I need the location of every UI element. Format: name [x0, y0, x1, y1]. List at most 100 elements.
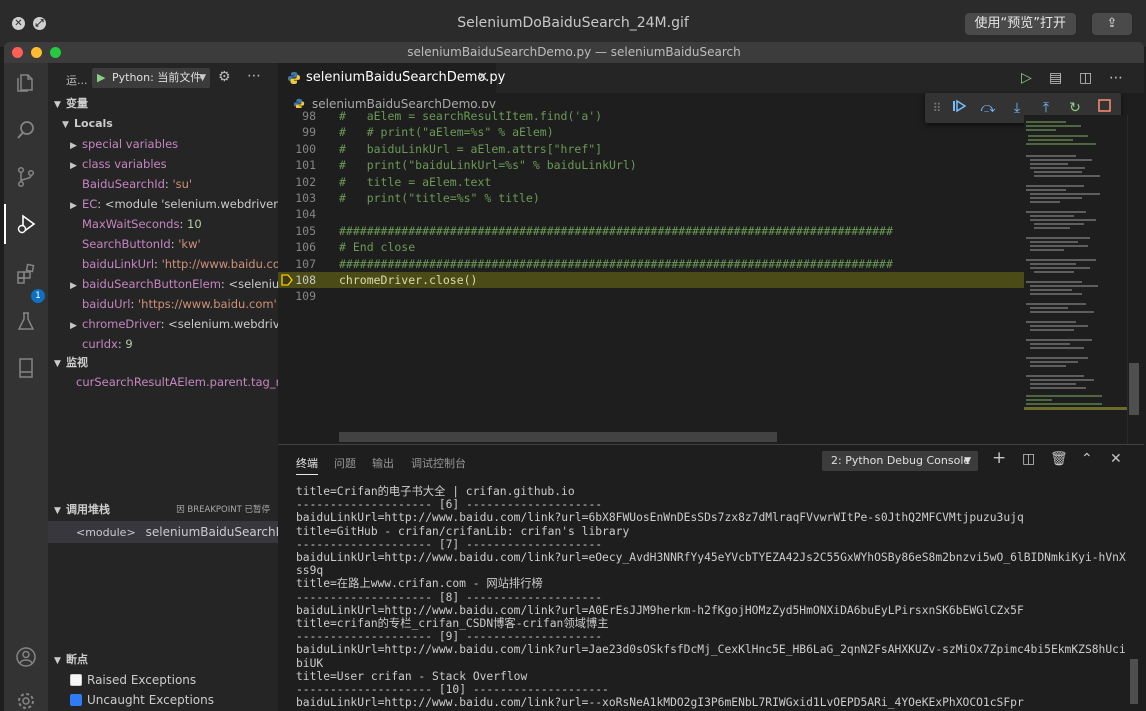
line-number[interactable]: 100: [278, 141, 316, 157]
terminal-select[interactable]: 2: Python Debug Console ▼: [822, 451, 978, 471]
tab-debug-console[interactable]: 调试控制台: [411, 455, 466, 471]
code-line[interactable]: 107 #####################################…: [278, 256, 1024, 272]
accounts-icon[interactable]: [4, 637, 48, 677]
activity-bar: 1: [4, 63, 48, 711]
continue-icon[interactable]: [949, 99, 969, 117]
paused-breakpoint-arrow-icon[interactable]: [281, 274, 293, 286]
line-number[interactable]: 103: [278, 190, 316, 206]
window-title: seleniumBaiduSearchDemo.py — seleniumBai…: [407, 45, 741, 59]
preview-window-titlebar: ✕ ⤢ SeleniumDoBaiduSearch_24M.gif 使用“预览”…: [0, 0, 1146, 48]
scrollbar-thumb[interactable]: [1129, 363, 1139, 415]
breakpoints-section-header[interactable]: ▼ 断点: [48, 650, 278, 670]
share-button[interactable]: ⇪: [1092, 13, 1132, 35]
run-file-icon[interactable]: ▷: [1021, 70, 1032, 86]
close-panel-icon[interactable]: ✕: [1110, 451, 1122, 467]
call-stack-section-header[interactable]: ▼ 调用堆栈 因 BREAKPOINT 已暂停: [48, 500, 278, 520]
minimap[interactable]: [1024, 115, 1127, 435]
chevron-right-icon: ▶: [70, 161, 77, 171]
search-icon[interactable]: [4, 110, 48, 150]
variables-section-header[interactable]: ▼ 变量: [48, 94, 278, 114]
drag-handle-icon[interactable]: ⠿: [927, 99, 947, 117]
checkbox-checked[interactable]: [70, 694, 82, 706]
code-line[interactable]: 102 # title = aElem.text: [278, 174, 1024, 190]
variable-row[interactable]: ▶ chromeDriver: <selenium.webdriver.chrom…: [48, 314, 278, 334]
terminal-line: baiduLinkUrl=http://www.baidu.com/link?u…: [296, 696, 1024, 710]
code-line[interactable]: 109: [278, 288, 1024, 304]
tab-terminal[interactable]: 终端: [296, 455, 318, 475]
code-line[interactable]: 103 # print("title=%s" % title): [278, 190, 1024, 206]
source-control-icon[interactable]: [4, 157, 48, 197]
variables-header-label: 变量: [66, 97, 88, 110]
variable-row[interactable]: ▶ class variables: [48, 154, 278, 174]
variable-row[interactable]: baiduUrl: 'https://www.baidu.com': [48, 294, 278, 314]
code-line[interactable]: 105 #####################################…: [278, 223, 1024, 239]
terminal-output[interactable]: title=Crifan的电子书大全 | crifan.github.io ---…: [296, 485, 1126, 711]
watch-section-header[interactable]: ▼ 监视: [48, 353, 278, 373]
code-editor[interactable]: 98 # aElem = searchResultItem.find('a') 99…: [278, 108, 1024, 444]
code-line[interactable]: 104: [278, 206, 1024, 222]
line-number[interactable]: 104: [278, 206, 316, 222]
variable-row[interactable]: curIdx: 9: [48, 334, 278, 354]
chevron-down-icon: ▼: [54, 359, 61, 369]
code-line[interactable]: 100 # baiduLinkUrl = aElem.attrs["href"]: [278, 141, 1024, 157]
launch-config-select[interactable]: ▶ Python: 当前文件 ▼: [92, 68, 210, 88]
variable-row[interactable]: baiduLinkUrl: 'http://www.baidu.com/link…: [48, 254, 278, 274]
call-stack-frame[interactable]: <module> seleniumBaiduSearchDemo.py: [48, 521, 278, 543]
step-over-icon[interactable]: ⤼: [978, 99, 998, 117]
new-terminal-icon[interactable]: +: [992, 448, 1006, 468]
editor-tab[interactable]: seleniumBaiduSearchDemo.py ✕: [278, 63, 505, 93]
locals-scope[interactable]: ▼ Locals: [48, 114, 278, 134]
split-editor-icon[interactable]: ◫: [1079, 70, 1092, 86]
testing-icon[interactable]: [4, 301, 48, 341]
code-line[interactable]: 108 chromeDriver.close(): [278, 272, 1024, 289]
watch-expression[interactable]: curSearchResultAElem.parent.tag_name: [48, 372, 278, 392]
explorer-icon[interactable]: [4, 63, 48, 103]
code-line[interactable]: 99 # # print("aElem=%s" % aElem): [278, 124, 1024, 140]
tab-problems[interactable]: 问题: [334, 455, 356, 471]
code-text: ########################################…: [339, 223, 893, 238]
more-actions-icon[interactable]: ⋯: [247, 68, 261, 84]
variable-value: <module 'selenium.webdriver.support.expe…: [104, 197, 278, 211]
open-changes-icon[interactable]: ▤: [1049, 70, 1062, 86]
split-terminal-icon[interactable]: ◫: [1022, 451, 1035, 467]
breakpoint-raised-exceptions[interactable]: Raised Exceptions: [70, 670, 196, 690]
code-line[interactable]: 98 # aElem = searchResultItem.find('a'): [278, 108, 1024, 124]
code-line[interactable]: 101 # print("baiduLinkUrl=%s" % baiduLink…: [278, 157, 1024, 173]
terminal-scrollbar-thumb[interactable]: [1130, 659, 1138, 704]
editor-vertical-scrollbar[interactable]: [1127, 115, 1139, 445]
variable-row[interactable]: ▶ special variables: [48, 134, 278, 154]
maximize-panel-icon[interactable]: ⌃: [1081, 451, 1093, 467]
editor-horizontal-scrollbar[interactable]: [339, 432, 777, 442]
trash-icon[interactable]: 🗑: [1050, 451, 1068, 467]
manage-gear-icon[interactable]: [4, 681, 48, 711]
more-actions-icon[interactable]: ⋯: [1109, 70, 1123, 86]
close-icon[interactable]: ✕: [477, 63, 488, 93]
line-number[interactable]: 101: [278, 157, 316, 173]
line-number[interactable]: 99: [278, 124, 316, 140]
variable-row[interactable]: ▶ EC: <module 'selenium.webdriver.support…: [48, 194, 278, 214]
line-number[interactable]: 106: [278, 239, 316, 255]
code-text: # print("baiduLinkUrl=%s" % baiduLinkUrl…: [339, 158, 637, 173]
line-number[interactable]: 105: [278, 223, 316, 239]
bookmark-icon[interactable]: [4, 348, 48, 388]
run-and-debug-icon[interactable]: [4, 204, 48, 244]
variable-row[interactable]: MaxWaitSeconds: 10: [48, 214, 278, 234]
open-launch-json-gear-icon[interactable]: ⚙: [218, 69, 231, 85]
tab-output[interactable]: 输出: [372, 455, 394, 471]
variable-row[interactable]: ▶baiduSearchButtonElem: <selenium.webdri…: [48, 274, 278, 294]
line-number[interactable]: 98: [278, 108, 316, 124]
chevron-down-icon: ▼: [54, 100, 61, 110]
variable-row[interactable]: SearchButtonId: 'kw': [48, 234, 278, 254]
line-number[interactable]: 109: [278, 288, 316, 304]
open-with-preview-button[interactable]: 使用“预览”打开: [964, 13, 1076, 35]
line-number[interactable]: 102: [278, 174, 316, 190]
variable-row[interactable]: BaiduSearchId: 'su': [48, 174, 278, 194]
terminal-line: biUK: [296, 656, 324, 670]
code-text: # print("title=%s" % title): [339, 191, 540, 205]
start-debugging-icon[interactable]: ▶: [97, 68, 105, 88]
breakpoint-uncaught-exceptions[interactable]: Uncaught Exceptions: [70, 690, 214, 710]
code-line[interactable]: 106 # End close: [278, 239, 1024, 255]
line-number[interactable]: 107: [278, 256, 316, 272]
checkbox[interactable]: [70, 674, 82, 686]
extensions-icon[interactable]: [4, 254, 48, 294]
